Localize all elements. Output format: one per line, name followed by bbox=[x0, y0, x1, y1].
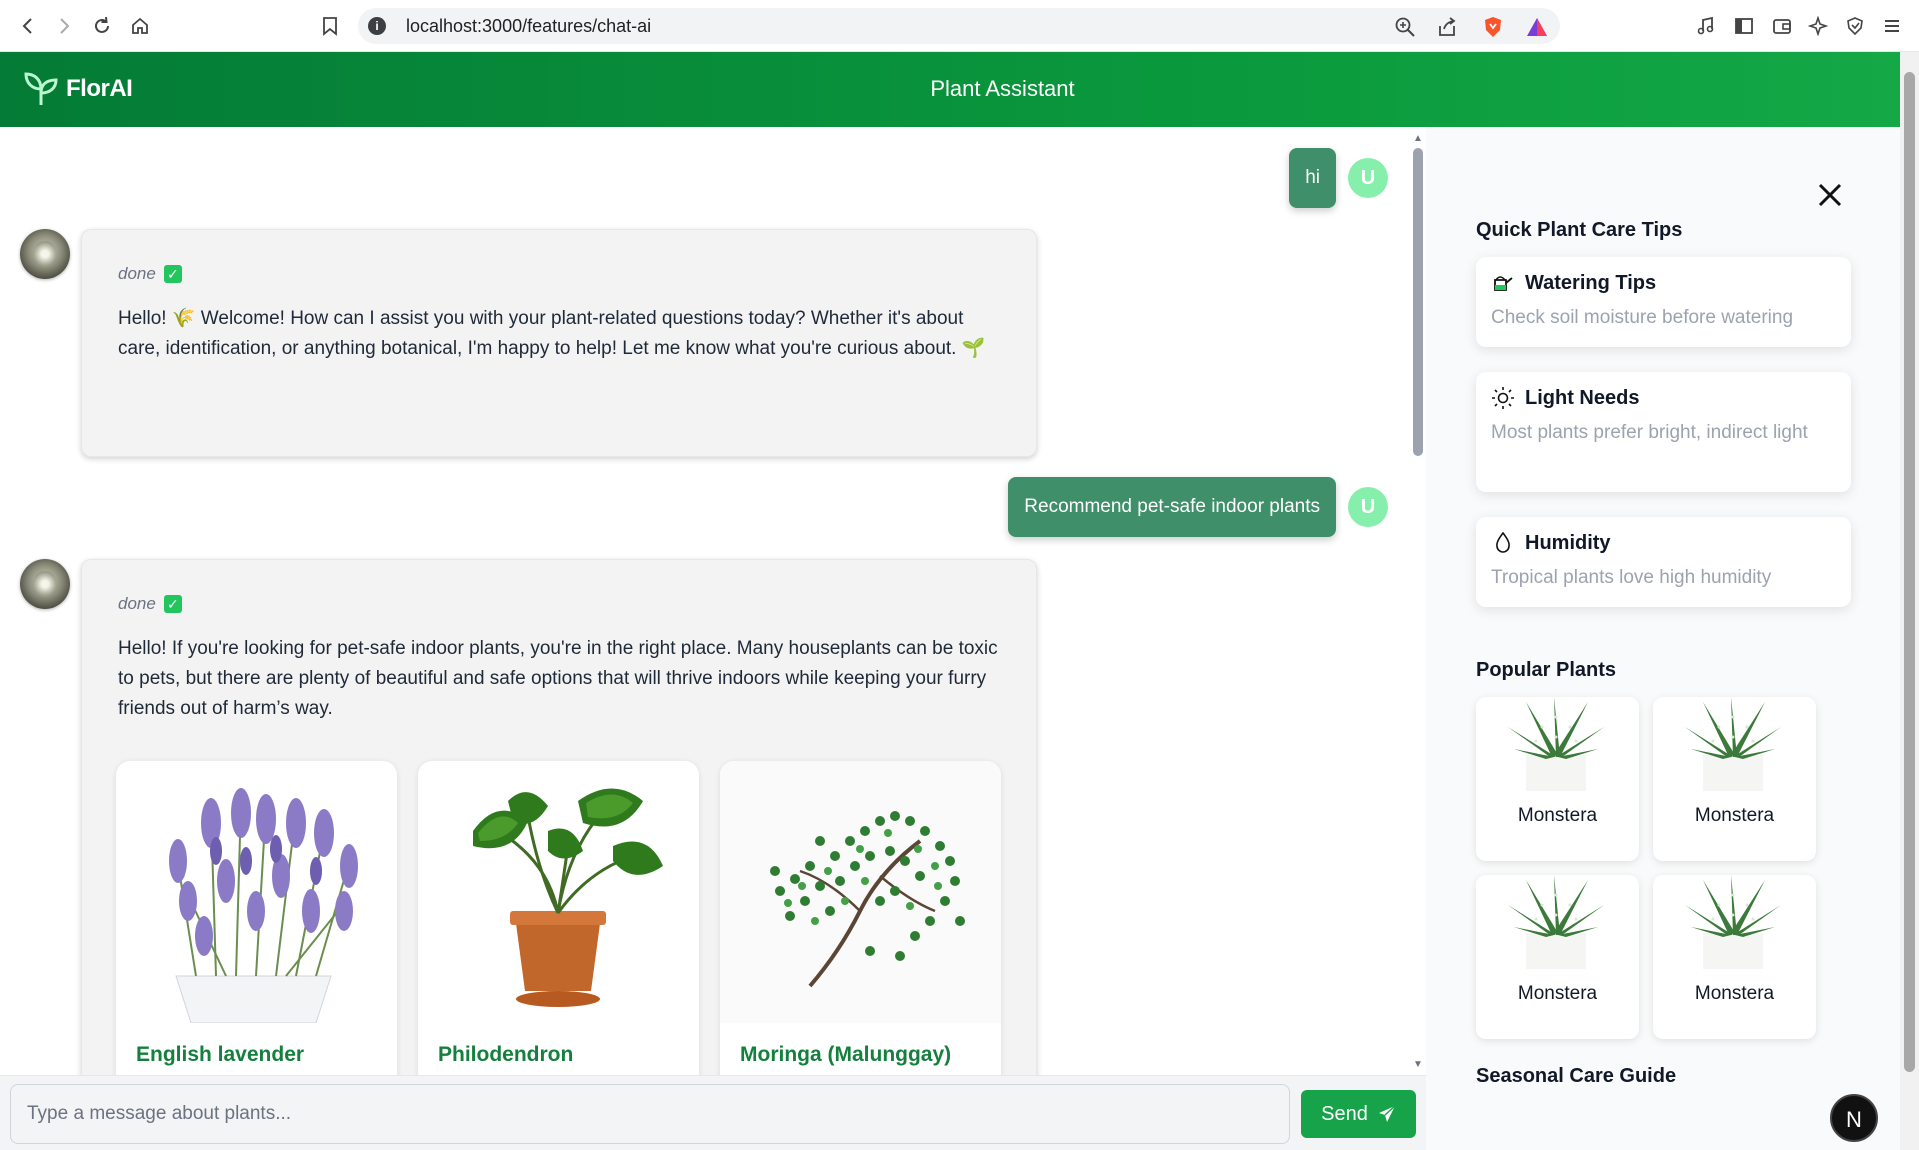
send-button[interactable]: Send bbox=[1301, 1090, 1416, 1138]
aloe-plant-image bbox=[1508, 697, 1604, 791]
popular-plant-name: Monstera bbox=[1517, 805, 1598, 826]
popular-plant-name: Monstera bbox=[1694, 805, 1775, 826]
aloe-plant-image bbox=[1508, 875, 1604, 969]
moringa-image bbox=[720, 761, 1001, 1023]
page-scrollbar-thumb[interactable] bbox=[1904, 72, 1915, 1072]
tip-title: Watering Tips bbox=[1525, 271, 1657, 294]
status-text: done bbox=[118, 264, 156, 283]
tip-description: Most plants prefer bright, indirect ligh… bbox=[1491, 422, 1808, 443]
sidebar-toggle-icon[interactable] bbox=[1730, 12, 1758, 40]
tip-title: Light Needs bbox=[1525, 386, 1640, 409]
aloe-plant-image bbox=[1685, 697, 1781, 791]
zoom-icon[interactable] bbox=[1394, 16, 1416, 38]
tip-card[interactable]: Watering Tips Check soil moisture before… bbox=[1476, 257, 1851, 347]
tip-card[interactable]: Humidity Tropical plants love high humid… bbox=[1476, 517, 1851, 607]
reload-icon[interactable] bbox=[88, 12, 116, 40]
tip-title: Humidity bbox=[1525, 531, 1611, 554]
wallet-icon[interactable] bbox=[1768, 12, 1796, 40]
bookmark-icon[interactable] bbox=[316, 12, 344, 40]
tip-description: Check soil moisture before watering bbox=[1491, 307, 1794, 328]
home-icon[interactable] bbox=[126, 12, 154, 40]
user-message: Recommend pet-safe indoor plants U bbox=[1008, 477, 1388, 537]
message-status: done ✓ bbox=[118, 594, 1000, 614]
bot-message-text: Hello! 🌾 Welcome! How can I assist you w… bbox=[118, 308, 986, 359]
user-message-bubble: hi bbox=[1289, 148, 1336, 208]
seasonal-section-title: Seasonal Care Guide bbox=[1476, 1065, 1677, 1087]
menu-icon[interactable] bbox=[1878, 12, 1906, 40]
droplet-icon bbox=[1496, 531, 1510, 553]
user-message-bubble: Recommend pet-safe indoor plants bbox=[1008, 477, 1336, 537]
paper-plane-icon bbox=[1378, 1105, 1396, 1122]
leo-ai-icon[interactable] bbox=[1804, 12, 1832, 40]
tips-section-title: Quick Plant Care Tips bbox=[1476, 219, 1683, 241]
watering-can-icon bbox=[1494, 276, 1513, 291]
scroll-up-icon[interactable]: ▲ bbox=[1411, 132, 1425, 146]
sun-icon bbox=[1492, 387, 1514, 409]
brave-shield-icon[interactable] bbox=[1482, 16, 1504, 38]
media-icon[interactable] bbox=[1692, 12, 1720, 40]
lavender-image bbox=[169, 788, 358, 1023]
user-avatar: U bbox=[1348, 487, 1388, 527]
popular-plant-name: Monstera bbox=[1694, 983, 1775, 1004]
send-label: Send bbox=[1321, 1102, 1368, 1125]
plant-card[interactable]: Philodendron bbox=[418, 761, 699, 1075]
share-icon[interactable] bbox=[1436, 16, 1458, 38]
plant-name: Moringa (Malunggay) bbox=[740, 1043, 952, 1066]
url-text[interactable]: localhost:3000/features/chat-ai bbox=[406, 16, 651, 37]
bot-avatar bbox=[20, 229, 70, 279]
brave-rewards-icon[interactable] bbox=[1526, 16, 1548, 38]
popular-plant-card[interactable]: Monstera bbox=[1476, 697, 1639, 861]
user-avatar: U bbox=[1348, 158, 1388, 198]
plant-name: Philodendron bbox=[438, 1043, 574, 1066]
bot-message-text: Hello! If you're looking for pet-safe in… bbox=[118, 638, 998, 719]
user-message: hi U bbox=[1289, 148, 1388, 208]
philodendron-image bbox=[473, 788, 663, 1007]
plant-name: English lavender bbox=[136, 1043, 305, 1066]
chat-messages: hi U done ✓ Hello! 🌾 Welcome! How can I … bbox=[0, 127, 1410, 1075]
popular-plant-card[interactable]: Monstera bbox=[1476, 875, 1639, 1039]
site-info-icon[interactable]: i bbox=[368, 17, 386, 35]
tip-card[interactable]: Light Needs Most plants prefer bright, i… bbox=[1476, 372, 1851, 492]
app-header: FlorAI Plant Assistant bbox=[0, 52, 1900, 127]
plant-recommendations: English lavender Philodendron Moringa (M… bbox=[116, 761, 1001, 1075]
popular-plant-card[interactable]: Monstera bbox=[1653, 697, 1816, 861]
bot-avatar bbox=[20, 559, 70, 609]
message-input[interactable] bbox=[10, 1084, 1290, 1144]
plant-card[interactable]: English lavender bbox=[116, 761, 397, 1075]
aloe-plant-image bbox=[1685, 875, 1781, 969]
popular-section-title: Popular Plants bbox=[1476, 659, 1617, 681]
popular-plant-name: Monstera bbox=[1517, 983, 1598, 1004]
close-icon[interactable] bbox=[1815, 180, 1845, 210]
forward-icon[interactable] bbox=[50, 12, 78, 40]
status-text: done bbox=[118, 594, 156, 613]
chat-scrollbar-thumb[interactable] bbox=[1413, 148, 1423, 456]
address-bar[interactable]: i localhost:3000/features/chat-ai bbox=[358, 8, 1560, 44]
popular-plant-card[interactable]: Monstera bbox=[1653, 875, 1816, 1039]
bot-message: done ✓ Hello! 🌾 Welcome! How can I assis… bbox=[81, 229, 1037, 457]
dev-tools-badge[interactable]: N bbox=[1830, 1094, 1878, 1142]
plant-card[interactable]: Moringa (Malunggay) bbox=[720, 761, 1001, 1075]
popular-plants-grid: Monstera Monstera Monstera Monstera bbox=[1476, 697, 1816, 1039]
check-icon: ✓ bbox=[163, 265, 182, 283]
message-composer: Send bbox=[0, 1075, 1426, 1150]
message-status: done ✓ bbox=[118, 264, 1000, 284]
back-icon[interactable] bbox=[14, 12, 42, 40]
page-title: Plant Assistant bbox=[930, 76, 1075, 101]
browser-toolbar: i localhost:3000/features/chat-ai bbox=[0, 0, 1919, 52]
scroll-down-icon[interactable]: ▼ bbox=[1411, 1058, 1425, 1072]
check-icon: ✓ bbox=[163, 595, 182, 613]
tip-description: Tropical plants love high humidity bbox=[1491, 567, 1772, 588]
vpn-icon[interactable] bbox=[1841, 12, 1869, 40]
